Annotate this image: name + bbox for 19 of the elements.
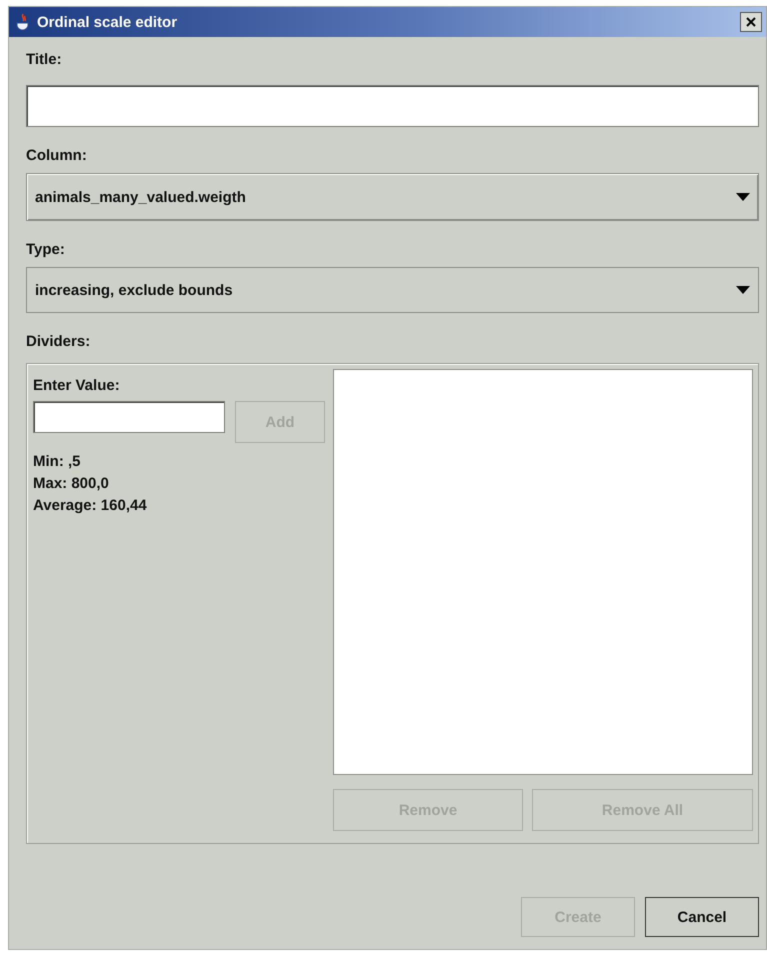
field-label: Enter Value:: [33, 377, 121, 396]
field-label: Type:: [26, 241, 66, 260]
value-field[interactable]: [33, 401, 225, 433]
stat-text: Max: 800,0: [33, 474, 110, 494]
title-field[interactable]: [26, 85, 759, 127]
close-button[interactable]: [740, 12, 762, 32]
window-title: Ordinal scale editor: [37, 14, 178, 30]
close-icon: [746, 17, 756, 27]
dropdown-arrow-icon: [736, 286, 750, 294]
stat-text: Min: ,5: [33, 452, 82, 472]
column-dropdown[interactable]: animals_many_valued.weigth: [26, 173, 759, 221]
stat-text: Average: 160,44: [33, 496, 148, 516]
field-label: Dividers:: [26, 333, 92, 352]
cancel-button[interactable]: Cancel: [645, 897, 759, 937]
field-label: Column:: [26, 147, 88, 166]
type-dropdown[interactable]: increasing, exclude bounds: [26, 267, 759, 313]
dropdown-arrow-icon: [736, 193, 750, 201]
field-label: Title:: [26, 51, 63, 70]
cup-icon: [15, 13, 31, 31]
